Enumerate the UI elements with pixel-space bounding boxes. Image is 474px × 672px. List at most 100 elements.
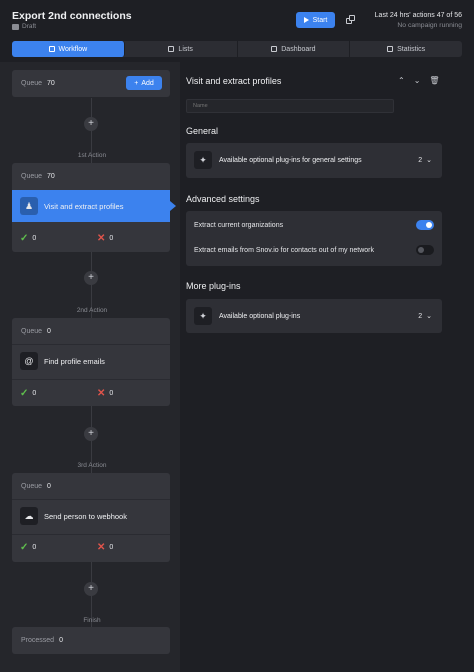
finish-card: Processed 0	[12, 627, 170, 654]
play-icon	[303, 17, 309, 23]
top-queue-card: Queue 70 + Add	[12, 70, 170, 97]
list-icon	[168, 46, 175, 52]
setting-extract-emails: Extract emails from Snov.io for contacts…	[186, 237, 442, 263]
action-item-visit-extract[interactable]: ♟ Visit and extract profiles	[12, 190, 170, 222]
status-label: Draft	[22, 23, 37, 30]
plugins-count: 2 ⌄	[418, 156, 432, 165]
queue-label: Queue	[21, 327, 43, 335]
fail-stat: ✕ 0	[89, 233, 166, 244]
queue-row: Queue 70	[12, 163, 170, 189]
queue-label: Queue	[21, 172, 43, 180]
count-value: 2	[418, 156, 423, 164]
add-step-button[interactable]: +	[84, 427, 98, 441]
success-stat: ✓ 0	[12, 542, 89, 553]
queue-count: 0	[47, 327, 51, 335]
add-step-button[interactable]: +	[84, 117, 98, 131]
profile-icon: ♟	[20, 197, 38, 215]
dashboard-icon	[271, 46, 278, 52]
chevron-up-icon[interactable]: ⌃	[398, 76, 405, 85]
step-label: Finish	[83, 617, 101, 624]
queue-label: Queue	[21, 482, 43, 490]
queue-row: Queue 0	[12, 318, 170, 344]
name-input[interactable]	[186, 99, 394, 113]
panel-title: Visit and extract profiles	[186, 76, 282, 86]
queue-row: Queue 0	[12, 473, 170, 499]
processed-row: Processed 0	[12, 627, 170, 654]
chevron-down-icon[interactable]: ⌄	[414, 76, 421, 85]
success-count: 0	[32, 543, 37, 551]
setting-label: Extract emails from Snov.io for contacts…	[194, 246, 374, 254]
action-item-webhook[interactable]: ☁ Send person to webhook	[12, 500, 170, 532]
puzzle-icon: ✦	[194, 307, 212, 325]
stats-row: ✓ 0 ✕ 0	[12, 381, 170, 405]
campaign-status: Draft	[12, 23, 36, 30]
queue-count: 70	[47, 80, 55, 87]
setting-extract-organizations: Extract current organizations	[186, 212, 442, 238]
tab-label: Lists	[178, 45, 193, 53]
plugins-count: 2 ⌄	[418, 312, 432, 321]
action-card: Queue 0 ☁ Send person to webhook ✓ 0 ✕ 0	[12, 473, 170, 562]
tab-statistics[interactable]: Statistics	[350, 41, 462, 57]
step-label: 2nd Action	[76, 307, 108, 314]
processed-count: 0	[59, 637, 63, 644]
tab-lists[interactable]: Lists	[125, 41, 238, 57]
copy-icon[interactable]	[346, 15, 355, 24]
advanced-settings-card: Extract current organizations Extract em…	[186, 211, 442, 266]
action-label: Find profile emails	[44, 356, 105, 366]
tab-bar: Workflow Lists Dashboard Statistics	[12, 41, 462, 57]
add-label: Add	[141, 79, 154, 87]
trash-icon[interactable]: 🗑	[429, 76, 439, 85]
plus-icon: +	[134, 79, 139, 87]
selection-pointer	[170, 201, 176, 211]
fail-count: 0	[109, 543, 114, 551]
more-plugins-row[interactable]: ✦ Available optional plug-ins 2 ⌄	[186, 299, 442, 333]
tab-label: Workflow	[58, 45, 88, 53]
statistics-icon	[387, 46, 394, 52]
toggle-extract-organizations[interactable]	[416, 220, 434, 230]
setting-label: Extract current organizations	[194, 221, 284, 229]
queue-count: 0	[47, 482, 51, 490]
cross-icon: ✕	[97, 232, 106, 244]
stats-row: ✓ 0 ✕ 0	[12, 226, 170, 250]
step-label: 3rd Action	[77, 462, 107, 469]
plugins-label: Available optional plug-ins for general …	[219, 156, 362, 164]
general-plugins-card: ✦ Available optional plug-ins for genera…	[186, 143, 442, 178]
advanced-heading: Advanced settings	[186, 194, 260, 204]
cloud-icon: ☁	[20, 507, 38, 525]
general-plugins-row[interactable]: ✦ Available optional plug-ins for genera…	[186, 143, 442, 177]
queue-count: 70	[47, 172, 55, 180]
action-item-find-emails[interactable]: @ Find profile emails	[12, 345, 170, 377]
more-plugins-heading: More plug-ins	[186, 281, 241, 291]
count-value: 2	[418, 312, 423, 320]
header: Export 2nd connections Draft Start Last …	[0, 0, 474, 38]
campaign-title: Export 2nd connections	[12, 10, 132, 22]
check-icon: ✓	[20, 541, 29, 553]
queue-label: Queue	[21, 80, 43, 87]
draft-icon	[12, 23, 19, 30]
success-stat: ✓ 0	[12, 233, 89, 244]
add-step-button[interactable]: +	[84, 582, 98, 596]
action-card: Queue 0 @ Find profile emails ✓ 0 ✕ 0	[12, 318, 170, 406]
toggle-extract-emails[interactable]	[416, 245, 434, 255]
action-label: Send person to webhook	[44, 511, 127, 521]
tab-dashboard[interactable]: Dashboard	[238, 41, 351, 57]
more-plugins-card: ✦ Available optional plug-ins 2 ⌄	[186, 299, 442, 333]
actions-count: Last 24 hrs' actions 47 of 56	[374, 12, 462, 19]
workflow-icon	[48, 46, 55, 52]
processed-label: Processed	[21, 637, 55, 644]
campaign-running-status: No campaign running	[397, 22, 462, 29]
success-stat: ✓ 0	[12, 388, 89, 399]
add-step-button[interactable]: +	[84, 271, 98, 285]
action-card: Queue 70 ♟ Visit and extract profiles ✓ 0…	[12, 163, 170, 252]
divider	[12, 379, 170, 380]
panel-controls: ⌃ ⌄ 🗑	[398, 76, 440, 85]
add-button[interactable]: + Add	[126, 76, 162, 90]
fail-count: 0	[109, 234, 114, 242]
start-button[interactable]: Start	[296, 12, 335, 28]
actions-info: Last 24 hrs' actions 47 of 56 No campaig…	[375, 11, 462, 31]
check-icon: ✓	[20, 387, 29, 399]
step-label: 1st Action	[77, 152, 107, 159]
fail-stat: ✕ 0	[89, 542, 166, 553]
tab-workflow[interactable]: Workflow	[12, 41, 125, 57]
plugins-label: Available optional plug-ins	[219, 312, 301, 320]
